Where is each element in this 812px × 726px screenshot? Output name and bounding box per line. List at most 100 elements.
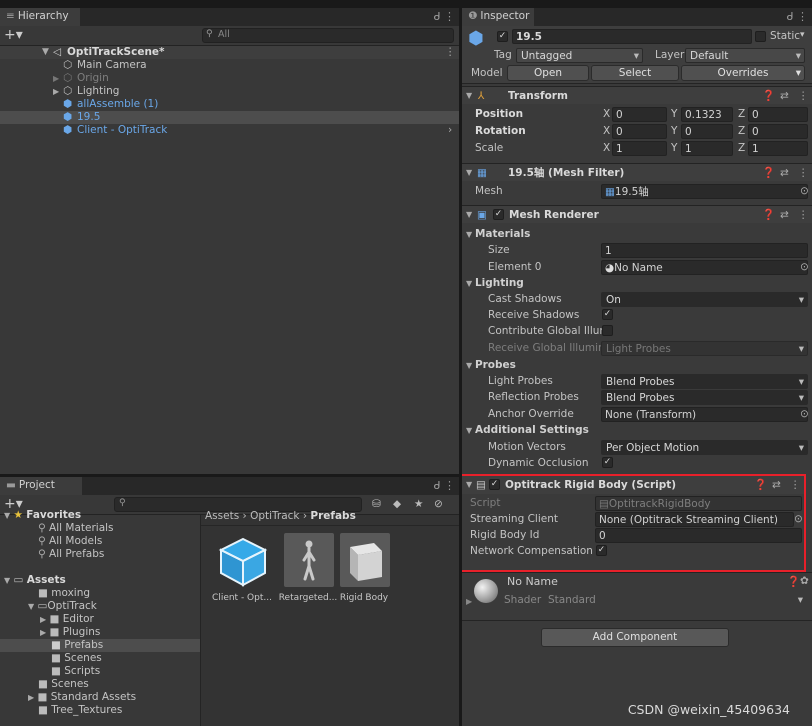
scene-row[interactable]: ▼ ◁ OptiTrackScene* ⋮ xyxy=(0,46,459,59)
object-picker-icon[interactable]: ⊙ xyxy=(800,259,809,275)
breadcrumb-assets[interactable]: Assets xyxy=(205,510,239,522)
presets-icon[interactable]: ⇄ xyxy=(780,164,789,182)
project-tab[interactable]: ▬ Project xyxy=(0,477,82,495)
expand-arrow-icon[interactable]: ▼ xyxy=(42,46,49,59)
hierarchy-search-input[interactable]: ⚲ All xyxy=(202,28,454,43)
mesh-renderer-header[interactable]: ▼ ▣ ✓ Mesh Renderer ❓ ⇄ ⋮ xyxy=(462,205,812,223)
reflection-probes-dropdown[interactable]: Blend Probes xyxy=(601,390,808,405)
hierarchy-item-allassemble[interactable]: ⬢ allAssemble (1) xyxy=(0,98,459,111)
component-menu-icon[interactable]: ⋮ xyxy=(790,476,801,494)
help-icon[interactable]: ❓ xyxy=(762,87,775,105)
object-name-field[interactable]: 19.5 xyxy=(512,29,752,44)
scale-z-field[interactable]: 1 xyxy=(748,141,808,156)
motion-vectors-dropdown[interactable]: Per Object Motion xyxy=(601,440,808,455)
folder-plugins[interactable]: ▶ ■ Plugins xyxy=(40,626,100,639)
panel-menu-icon[interactable]: ᑯ ⋮ xyxy=(787,10,808,23)
hierarchy-item-19-5[interactable]: ⬢ 19.5 xyxy=(0,111,459,124)
help-icon[interactable]: ❓ xyxy=(787,575,800,588)
chevron-right-icon[interactable]: › xyxy=(448,124,452,137)
position-z-field[interactable]: 0 xyxy=(748,107,808,122)
panel-menu-icon[interactable]: ᑯ ⋮ xyxy=(434,10,455,23)
probes-foldout[interactable]: ▼ Probes xyxy=(466,357,516,373)
collapsed-arrow-icon[interactable]: ▶ xyxy=(40,615,46,624)
asset-rigid-body[interactable]: Rigid Body xyxy=(329,533,401,613)
add-component-button[interactable]: Add Component xyxy=(541,628,729,647)
favorites-header[interactable]: ▼ ★ Favorites xyxy=(4,509,81,522)
help-icon[interactable]: ❓ xyxy=(762,206,775,224)
open-model-button[interactable]: Open xyxy=(507,65,589,81)
rigid-body-header[interactable]: ▼ ▤ ✓ Optitrack Rigid Body (Script) ❓ ⇄ … xyxy=(462,476,804,494)
mesh-renderer-enabled-checkbox[interactable]: ✓ xyxy=(493,209,504,220)
position-y-field[interactable]: 0.1323 xyxy=(681,107,733,122)
static-dropdown-icon[interactable]: ▾ xyxy=(800,30,805,40)
hierarchy-item-client-optitrack[interactable]: ⬢ Client - OptiTrack › xyxy=(0,124,459,137)
lighting-foldout[interactable]: ▼ Lighting xyxy=(466,275,524,291)
hierarchy-tab[interactable]: ≡ Hierarchy xyxy=(0,8,80,26)
rigid-body-enabled-checkbox[interactable]: ✓ xyxy=(489,479,500,490)
filter-by-type-icon[interactable]: ⛁ xyxy=(372,498,381,510)
mesh-filter-header[interactable]: ▼ ▦ 19.5轴 (Mesh Filter) ❓ ⇄ ⋮ xyxy=(462,163,812,181)
collapsed-arrow-icon[interactable]: ▶ xyxy=(53,72,59,85)
assets-header[interactable]: ▼ ▭ Assets xyxy=(4,574,66,587)
presets-icon[interactable]: ⇄ xyxy=(772,476,781,494)
folder-scenes[interactable]: ■ Scenes xyxy=(38,678,89,691)
expand-arrow-icon[interactable]: ▶ xyxy=(466,597,472,606)
breadcrumb-optitrack[interactable]: OptiTrack xyxy=(250,510,299,522)
rotation-x-field[interactable]: 0 xyxy=(612,124,667,139)
position-x-field[interactable]: 0 xyxy=(612,107,667,122)
receive-gi-dropdown[interactable]: Light Probes xyxy=(601,341,808,356)
component-menu-icon[interactable]: ⋮ xyxy=(798,164,809,182)
scene-menu-icon[interactable]: ⋮ xyxy=(445,46,456,59)
object-picker-icon[interactable]: ⊙ xyxy=(794,511,803,527)
expand-arrow-icon[interactable]: ▼ xyxy=(28,602,34,611)
material-object-field[interactable]: ◕No Name xyxy=(601,260,808,275)
light-probes-dropdown[interactable]: Blend Probes xyxy=(601,374,808,389)
collapse-arrow-icon[interactable]: ▼ xyxy=(466,164,472,182)
add-icon[interactable]: +▾ xyxy=(4,27,23,43)
favorite-all-materials[interactable]: ⚲ All Materials xyxy=(38,522,114,535)
receive-shadows-checkbox[interactable]: ✓ xyxy=(602,309,613,320)
streaming-client-field[interactable]: None (Optitrack Streaming Client) xyxy=(595,512,794,527)
size-field[interactable]: 1 xyxy=(601,243,808,258)
collapsed-arrow-icon[interactable]: ▶ xyxy=(53,85,59,98)
anchor-override-field[interactable]: None (Transform) xyxy=(601,407,808,422)
hierarchy-item-main-camera[interactable]: ⬡ Main Camera xyxy=(0,59,459,72)
presets-icon[interactable]: ⇄ xyxy=(780,206,789,224)
expand-arrow-icon[interactable]: ▼ xyxy=(4,576,10,585)
contribute-gi-checkbox[interactable] xyxy=(602,325,613,336)
filter-by-label-icon[interactable]: ◆ xyxy=(393,498,401,510)
settings-icon[interactable]: ✿ xyxy=(800,575,809,587)
hierarchy-item-origin[interactable]: ▶ ⬡ Origin xyxy=(0,72,459,85)
static-checkbox[interactable] xyxy=(755,31,766,42)
collapsed-arrow-icon[interactable]: ▶ xyxy=(40,628,46,637)
rotation-z-field[interactable]: 0 xyxy=(748,124,808,139)
collapse-arrow-icon[interactable]: ▼ xyxy=(466,206,472,224)
shader-dropdown[interactable]: Standard xyxy=(544,593,806,608)
presets-icon[interactable]: ⇄ xyxy=(780,87,789,105)
collapsed-arrow-icon[interactable]: ▶ xyxy=(28,693,34,702)
layer-dropdown[interactable]: Default xyxy=(685,48,805,63)
favorite-all-prefabs[interactable]: ⚲ All Prefabs xyxy=(38,548,104,561)
network-compensation-checkbox[interactable]: ✓ xyxy=(596,545,607,556)
folder-optitrack[interactable]: ▼ ▭OptiTrack xyxy=(28,600,97,613)
transform-header[interactable]: ▼ ⅄ Transform ❓ ⇄ ⋮ xyxy=(462,86,812,104)
materials-foldout[interactable]: ▼ Materials xyxy=(466,226,530,242)
favorite-star-icon[interactable]: ★ xyxy=(414,498,423,510)
inspector-tab[interactable]: ❶ Inspector xyxy=(462,8,534,26)
panel-menu-icon[interactable]: ᑯ ⋮ xyxy=(434,479,455,492)
active-checkbox[interactable]: ✓ xyxy=(497,31,508,42)
folder-prefabs[interactable]: ■ Prefabs xyxy=(0,639,200,652)
help-icon[interactable]: ❓ xyxy=(754,476,767,494)
folder-moxing[interactable]: ■ moxing xyxy=(38,587,90,600)
expand-arrow-icon[interactable]: ▼ xyxy=(4,511,10,520)
folder-tree-textures[interactable]: ■ Tree_Textures xyxy=(38,704,122,717)
hierarchy-item-lighting[interactable]: ▶ ⬡ Lighting xyxy=(0,85,459,98)
scale-y-field[interactable]: 1 xyxy=(681,141,733,156)
overrides-dropdown[interactable]: Overrides ▾ xyxy=(681,65,805,81)
rotation-y-field[interactable]: 0 xyxy=(681,124,733,139)
component-menu-icon[interactable]: ⋮ xyxy=(798,206,809,224)
rigid-body-id-field[interactable]: 0 xyxy=(595,528,802,543)
collapse-arrow-icon[interactable]: ▼ xyxy=(466,87,472,105)
collapse-arrow-icon[interactable]: ▼ xyxy=(466,476,472,494)
folder-scenes-optitrack[interactable]: ■ Scenes xyxy=(51,652,102,665)
